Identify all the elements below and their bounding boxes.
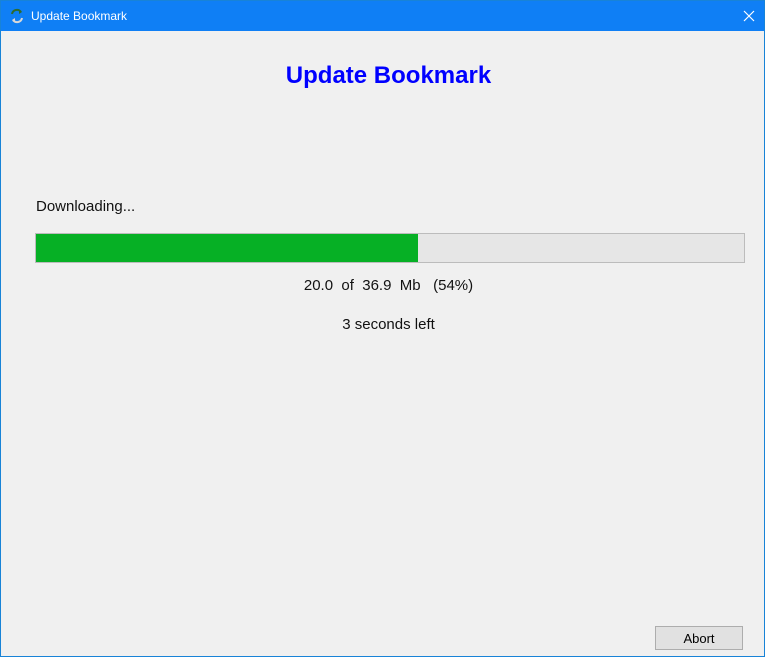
abort-button[interactable]: Abort <box>655 626 743 650</box>
title-bar[interactable]: Update Bookmark <box>1 1 764 31</box>
update-bookmark-window: Update Bookmark Update Bookmark Download… <box>0 0 765 657</box>
close-icon <box>743 10 755 22</box>
close-button[interactable] <box>734 1 764 31</box>
window-title: Update Bookmark <box>31 9 128 23</box>
dialog-heading: Update Bookmark <box>285 62 492 89</box>
status-label: Downloading... <box>36 198 136 215</box>
recycle-arrows-icon <box>9 8 25 24</box>
download-progress-bar <box>35 233 745 263</box>
progress-fill <box>36 234 419 262</box>
dialog-content: Update Bookmark Downloading... 20.0 of 3… <box>1 31 764 656</box>
progress-text: 20.0 of 36.9 Mb (54%) <box>303 277 474 294</box>
time-left-label: 3 seconds left <box>342 316 435 333</box>
